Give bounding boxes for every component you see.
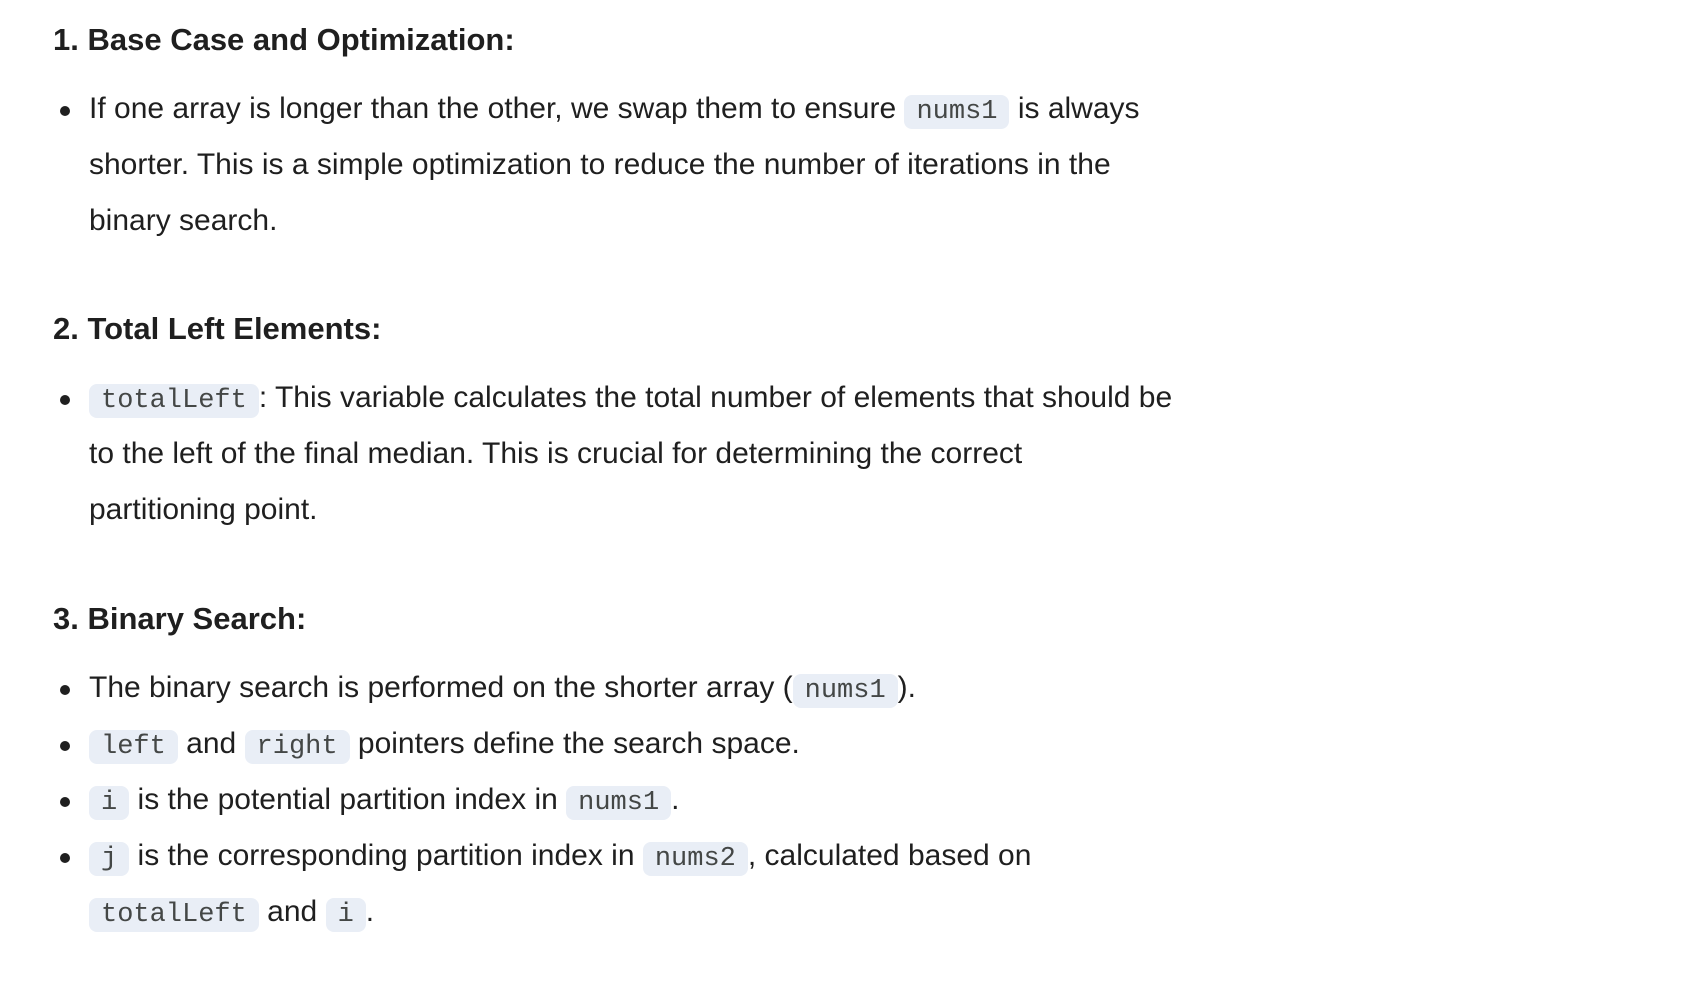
section-heading: 1. Base Case and Optimization:	[53, 22, 515, 57]
text-segment: is always	[1009, 92, 1140, 125]
bullet-icon	[60, 741, 70, 751]
text-segment: pointers define the search space.	[349, 727, 800, 760]
bullet-icon	[60, 797, 70, 807]
bullet-icon	[60, 685, 70, 695]
list-item-line: left and right pointers define the searc…	[89, 722, 800, 769]
bullet-icon	[60, 395, 70, 405]
list-item-line: shorter. This is a simple optimization t…	[89, 143, 1111, 187]
list-item-line: to the left of the final median. This is…	[89, 432, 1022, 476]
list-item-line: i is the potential partition index in nu…	[89, 778, 680, 825]
inline-code: left	[89, 730, 178, 764]
list-item-line: j is the corresponding partition index i…	[89, 834, 1031, 881]
text-segment: shorter. This is a simple optimization t…	[89, 148, 1111, 181]
text-segment: : This variable calculates the total num…	[258, 381, 1173, 414]
list-item-line: If one array is longer than the other, w…	[89, 87, 1140, 134]
inline-code: i	[89, 786, 130, 820]
inline-code: nums1	[566, 786, 672, 820]
inline-code: nums1	[792, 674, 898, 708]
text-segment: The binary search is performed on the sh…	[89, 671, 793, 704]
text-segment: is the potential partition index in	[129, 783, 567, 816]
text-segment: and	[177, 727, 245, 760]
list-item-line: partitioning point.	[89, 488, 318, 532]
text-segment: to the left of the final median. This is…	[89, 437, 1023, 470]
bullet-icon	[60, 106, 70, 116]
section-heading: 3. Binary Search:	[53, 601, 307, 636]
text-segment: binary search.	[89, 204, 278, 237]
text-segment: is the corresponding partition index in	[129, 839, 643, 872]
inline-code: right	[244, 730, 350, 764]
list-item-line: totalLeft: This variable calculates the …	[89, 376, 1172, 423]
inline-code: nums2	[642, 842, 748, 876]
list-item-line: binary search.	[89, 199, 277, 243]
section-heading: 2. Total Left Elements:	[53, 311, 382, 346]
text-segment: ).	[897, 671, 916, 704]
text-segment: .	[365, 895, 375, 928]
inline-code: totalLeft	[89, 898, 259, 932]
inline-code: totalLeft	[89, 384, 259, 418]
bullet-icon	[60, 853, 70, 863]
text-segment: , calculated based on	[747, 839, 1032, 872]
text-segment: If one array is longer than the other, w…	[89, 92, 905, 125]
list-item-line: The binary search is performed on the sh…	[89, 666, 916, 713]
text-segment: .	[671, 783, 680, 816]
text-segment: partitioning point.	[89, 493, 318, 526]
list-item-line: totalLeft and i.	[89, 890, 374, 937]
inline-code: nums1	[904, 95, 1010, 129]
inline-code: i	[325, 898, 366, 932]
inline-code: j	[89, 842, 130, 876]
text-segment: and	[258, 895, 326, 928]
